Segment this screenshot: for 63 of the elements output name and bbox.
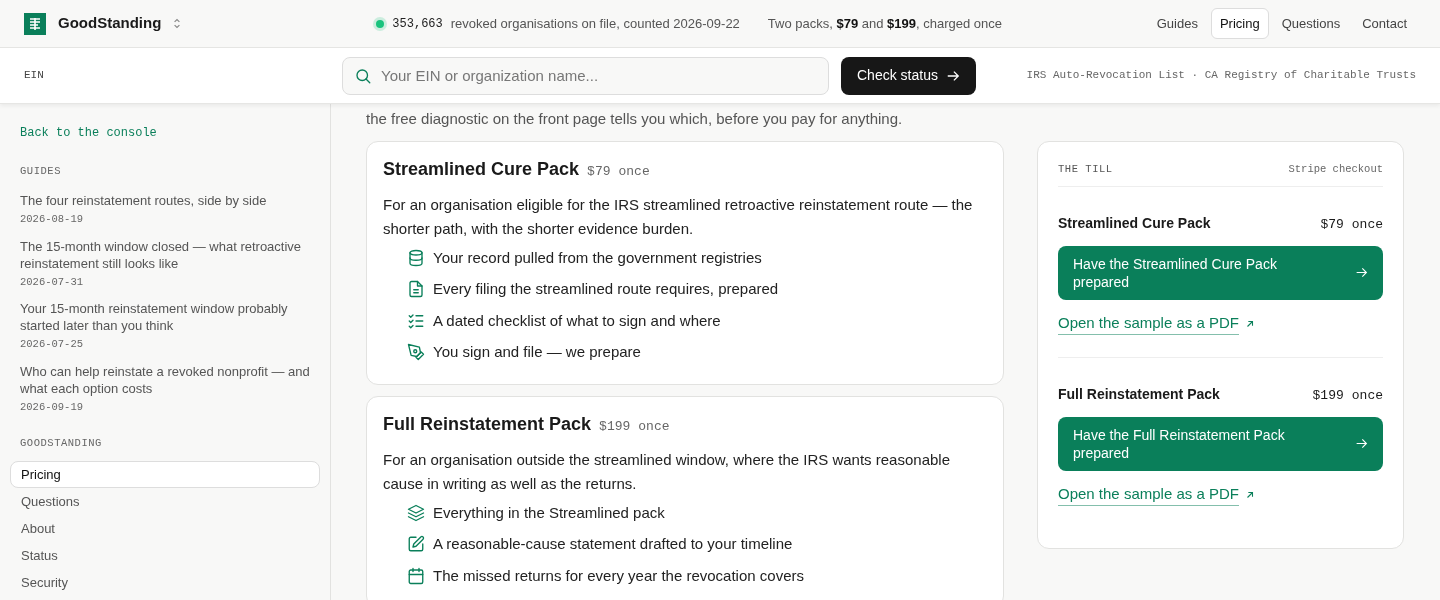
nav-link[interactable]: Pricing bbox=[1210, 7, 1269, 40]
pack-description: For an organisation eligible for the IRS streamlined retroactive reinstatement route — the shorter path, with the shorter evidence burden. bbox=[383, 194, 974, 239]
arrow-right-icon bbox=[1355, 437, 1368, 451]
pack-period: once bbox=[618, 162, 650, 181]
sidebar-item[interactable]: Questions bbox=[10, 487, 320, 515]
edit-icon bbox=[407, 535, 425, 554]
logo-icon bbox=[24, 12, 46, 35]
sample-pdf-link[interactable]: Open the sample as a PDF bbox=[1058, 482, 1255, 507]
pack-price: $79 bbox=[587, 162, 611, 181]
sidebar-item[interactable]: Status bbox=[10, 541, 320, 569]
feature-text: Every filing the streamlined route requires, prepared bbox=[433, 279, 779, 299]
sample-pdf-link[interactable]: Open the sample as a PDF bbox=[1058, 311, 1255, 336]
till-item-price: $199 bbox=[1312, 387, 1344, 406]
feature-text: The missed returns for every year the revocation covers bbox=[433, 565, 804, 586]
arrow-right-icon bbox=[945, 68, 960, 83]
revoked-count: 353,663 bbox=[392, 15, 443, 33]
feature-text: Everything in the Streamlined pack bbox=[433, 502, 665, 523]
order-button[interactable]: Have the Full Reinstatement Pack prepared bbox=[1058, 416, 1383, 471]
back-to-console-link[interactable]: Back to the console bbox=[10, 124, 320, 142]
guide-link[interactable]: Your 15-month reinstatement window probably started later than you think 2026-07-25 bbox=[10, 300, 320, 353]
till-item-price: $79 bbox=[1320, 216, 1344, 235]
pack-description: For an organisation outside the streamlined window, where the IRS wants reasonable cause in writing as well as the returns. bbox=[383, 449, 951, 494]
database-icon bbox=[407, 248, 425, 267]
status-text: revoked organisations on file, counted 2026-09-22 bbox=[450, 14, 740, 33]
calendar-icon bbox=[407, 566, 425, 585]
search-field[interactable]: Your EIN or organization name... bbox=[342, 56, 829, 95]
nav-link[interactable]: Questions bbox=[1272, 7, 1350, 40]
sidebar-item[interactable]: Security bbox=[10, 568, 320, 596]
ein-label: EIN bbox=[24, 68, 45, 84]
pen-nib-icon bbox=[407, 343, 425, 362]
till-item-name: Streamlined Cure Pack bbox=[1058, 214, 1211, 234]
intro-text: the free diagnostic on the front page tells you which, before you pay for anything. bbox=[366, 109, 904, 129]
feature-text: Your record pulled from the government registries bbox=[433, 247, 762, 268]
section-heading: GOODSTANDING bbox=[19, 435, 103, 451]
till-item-name: Full Reinstatement Pack bbox=[1058, 385, 1220, 405]
arrow-right-icon bbox=[1355, 266, 1368, 280]
checkout-note: Stripe checkout bbox=[1288, 161, 1383, 177]
pack-period: once bbox=[638, 417, 670, 436]
sidebar-item[interactable]: About bbox=[10, 514, 320, 542]
feature-text: A dated checklist of what to sign and where bbox=[433, 310, 721, 331]
till-title: THE TILL bbox=[1058, 161, 1113, 177]
guide-link[interactable]: The 15-month window closed — what retroactive reinstatement still looks like 2026-07-31 bbox=[10, 237, 320, 291]
guide-link[interactable]: The four reinstatement routes, side by side 2026-08-19 bbox=[10, 191, 320, 228]
pack-title: Full Reinstatement Pack bbox=[383, 412, 592, 436]
section-heading: GUIDES bbox=[19, 164, 62, 179]
till-item-period: once bbox=[1351, 216, 1383, 235]
chevron-updown-icon[interactable] bbox=[173, 17, 182, 30]
pack-price: $199 bbox=[599, 417, 631, 436]
guide-link[interactable]: Who can help reinstate a revoked nonprofit — and what each option costs 2026-09-19 bbox=[10, 363, 320, 416]
feature-text: A reasonable-cause statement drafted to your timeline bbox=[433, 534, 793, 554]
feature-text: You sign and file — we prepare bbox=[433, 342, 641, 362]
nav-link[interactable]: Contact bbox=[1353, 7, 1416, 40]
till-item-period: once bbox=[1351, 387, 1383, 406]
order-button[interactable]: Have the Streamlined Cure Pack prepared bbox=[1058, 245, 1383, 300]
pricing-summary: Two packs, $79 and $199, charged once bbox=[767, 14, 1003, 33]
document-icon bbox=[407, 280, 425, 299]
layers-icon bbox=[407, 503, 425, 522]
nav-link[interactable]: Guides bbox=[1147, 7, 1207, 40]
check-status-button[interactable]: Check status bbox=[841, 56, 976, 95]
sidebar-item[interactable]: Pricing bbox=[10, 460, 320, 488]
pack-title: Streamlined Cure Pack bbox=[383, 157, 580, 181]
brand-name: GoodStanding bbox=[58, 13, 162, 34]
data-sources: IRS Auto-Revocation List · CA Registry of Charitable Trusts bbox=[1026, 68, 1416, 84]
